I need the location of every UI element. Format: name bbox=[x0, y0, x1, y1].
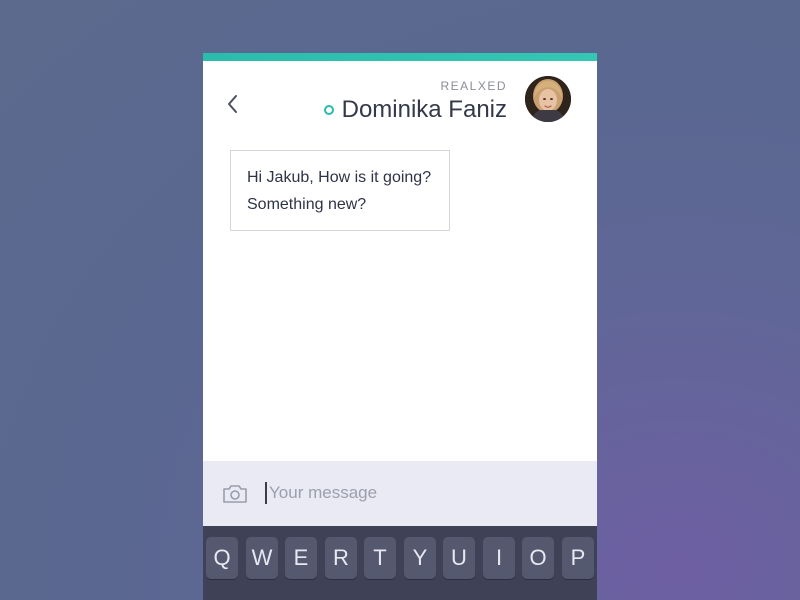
key-q[interactable]: Q bbox=[206, 537, 238, 579]
key-p[interactable]: P bbox=[562, 537, 594, 579]
message-composer bbox=[203, 461, 597, 526]
key-y[interactable]: Y bbox=[404, 537, 436, 579]
message-line: Something new? bbox=[247, 196, 367, 213]
contact-name-row: Dominika Faniz bbox=[323, 96, 507, 124]
key-o[interactable]: O bbox=[522, 537, 554, 579]
contact-name: Dominika Faniz bbox=[341, 96, 507, 123]
key-u[interactable]: U bbox=[443, 537, 475, 579]
key-t[interactable]: T bbox=[364, 537, 396, 579]
accent-bar bbox=[203, 53, 597, 61]
chevron-left-icon bbox=[223, 91, 245, 117]
key-i[interactable]: I bbox=[483, 537, 515, 579]
keyboard: Q W E R T Y U I O P bbox=[203, 526, 597, 600]
contact-status: REALXED bbox=[440, 79, 507, 93]
incoming-message: Hi Jakub, How is it going? Something new… bbox=[230, 150, 450, 231]
camera-icon bbox=[222, 483, 248, 505]
key-e[interactable]: E bbox=[285, 537, 317, 579]
message-input[interactable] bbox=[267, 478, 579, 508]
back-button[interactable] bbox=[223, 91, 245, 117]
chat-screen: REALXED Dominika Faniz Hi Jakub, How is … bbox=[203, 53, 597, 600]
key-w[interactable]: W bbox=[246, 537, 278, 579]
online-indicator-icon bbox=[323, 105, 334, 115]
chat-header: REALXED Dominika Faniz bbox=[203, 61, 597, 131]
message-line: Hi Jakub, How is it going? bbox=[247, 169, 432, 186]
key-r[interactable]: R bbox=[325, 537, 357, 579]
avatar[interactable] bbox=[525, 76, 571, 122]
camera-button[interactable] bbox=[222, 483, 248, 505]
